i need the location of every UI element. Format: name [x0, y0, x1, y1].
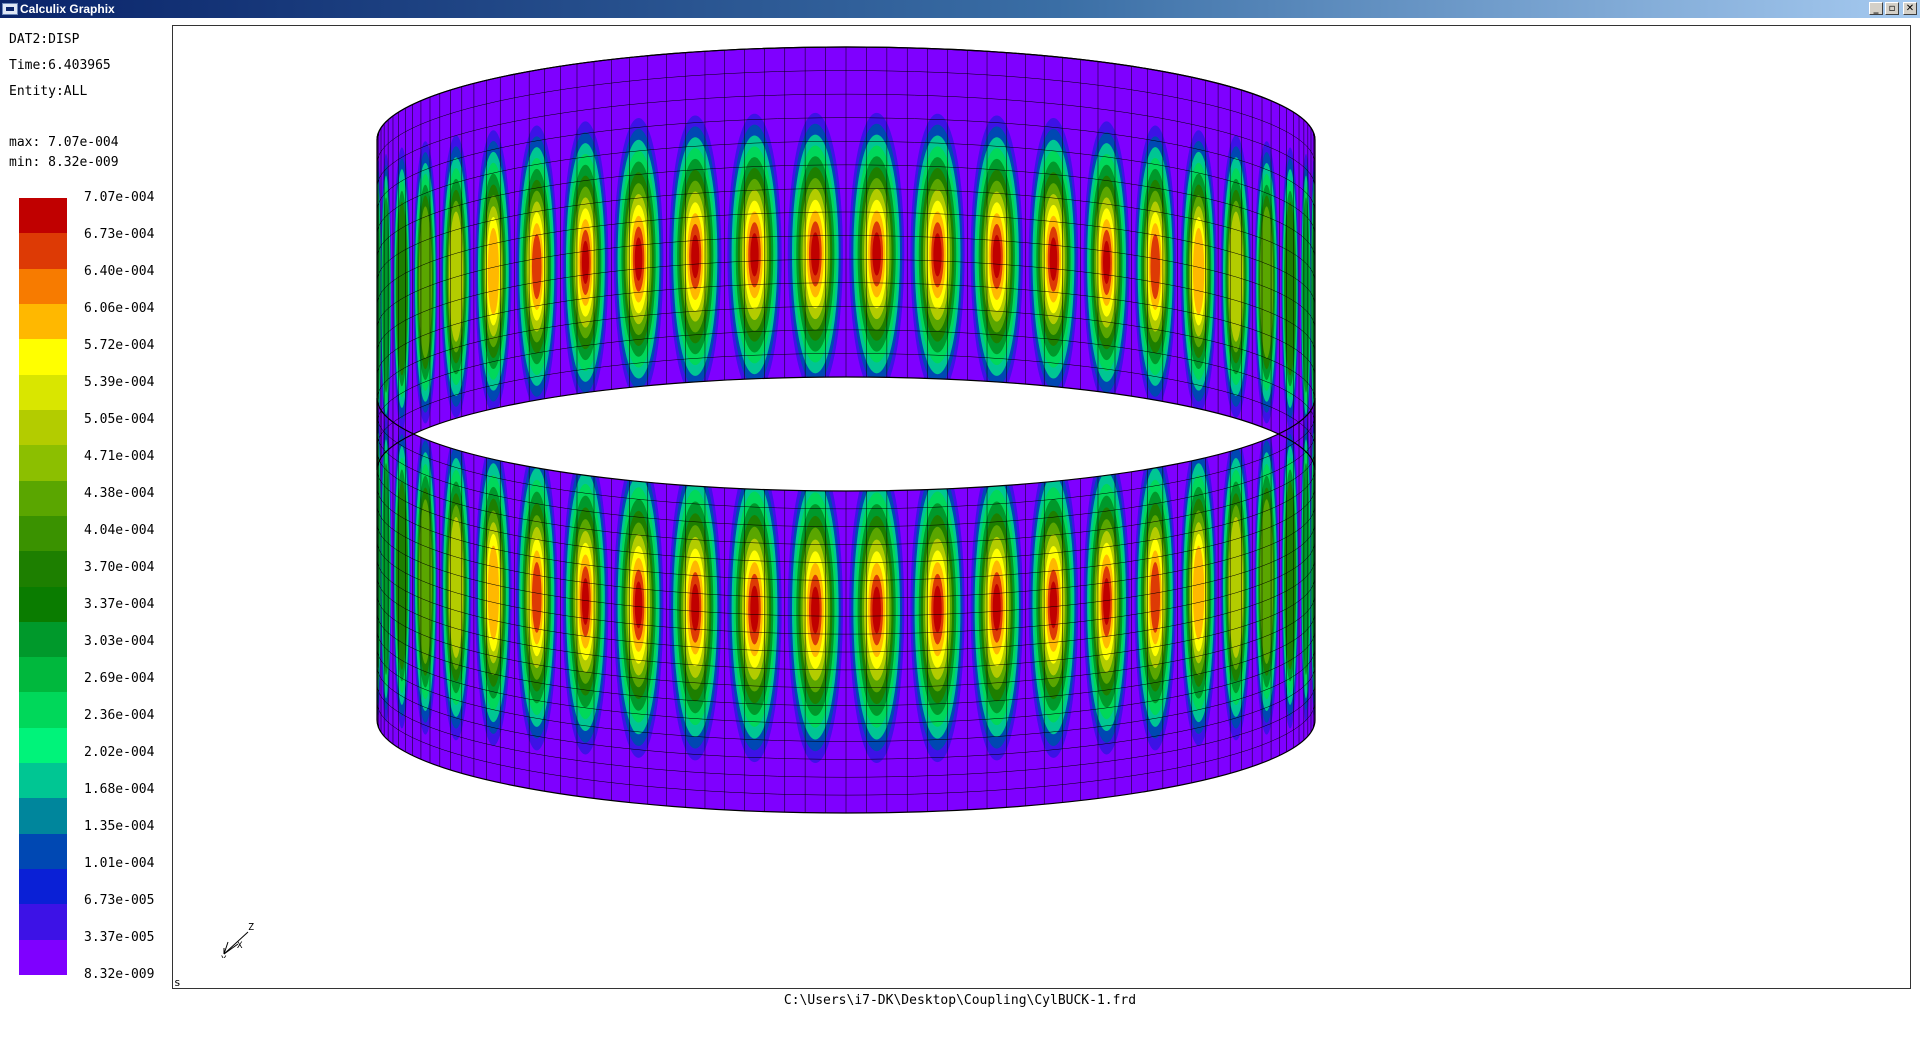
contour-lobe	[872, 232, 881, 276]
contour-lobe	[382, 463, 390, 675]
contour-lobe	[750, 585, 759, 633]
contour-lobe	[933, 585, 942, 633]
contour-lobe	[487, 227, 499, 315]
contour-lobe	[1228, 516, 1244, 659]
contour-lobe	[487, 545, 499, 640]
contour-lobe	[1193, 545, 1205, 640]
contour-lobe	[1150, 233, 1161, 300]
contour-lobe	[750, 233, 759, 277]
contour-lobe	[1284, 481, 1296, 670]
contour-lobe	[811, 586, 820, 634]
contour-lobe	[531, 562, 542, 633]
axis-y-label: Y	[221, 955, 227, 958]
contour-lobe	[581, 240, 589, 285]
contour-lobe	[1150, 562, 1161, 633]
contour-lobe	[1103, 240, 1111, 285]
cylinder-model-view[interactable]	[0, 0, 1920, 1052]
corner-s-label: s	[174, 976, 181, 989]
axis-triad-icon: Z X Y	[221, 922, 254, 958]
contour-lobe	[634, 237, 643, 281]
axis-x-label: X	[237, 941, 243, 951]
contour-lobe	[382, 197, 390, 393]
contour-lobe	[1193, 227, 1205, 315]
contour-lobe	[933, 233, 942, 277]
contour-lobe	[1049, 237, 1058, 281]
contour-lobe	[811, 232, 820, 276]
contour-lobe	[396, 481, 408, 670]
contour-lobe	[992, 583, 1001, 631]
contour-lobe	[992, 234, 1001, 279]
contour-lobe	[691, 234, 700, 279]
contour-lobe	[531, 233, 542, 300]
axis-z-label: Z	[248, 922, 254, 933]
contour-lobe	[448, 516, 464, 659]
file-path-label: C:\Users\i7-DK\Desktop\Coupling\CylBUCK-…	[783, 993, 1137, 1008]
contour-lobe	[691, 583, 700, 631]
contour-lobe	[872, 586, 881, 634]
contour-lobe	[1302, 197, 1310, 393]
contour-lobe	[1302, 463, 1310, 675]
